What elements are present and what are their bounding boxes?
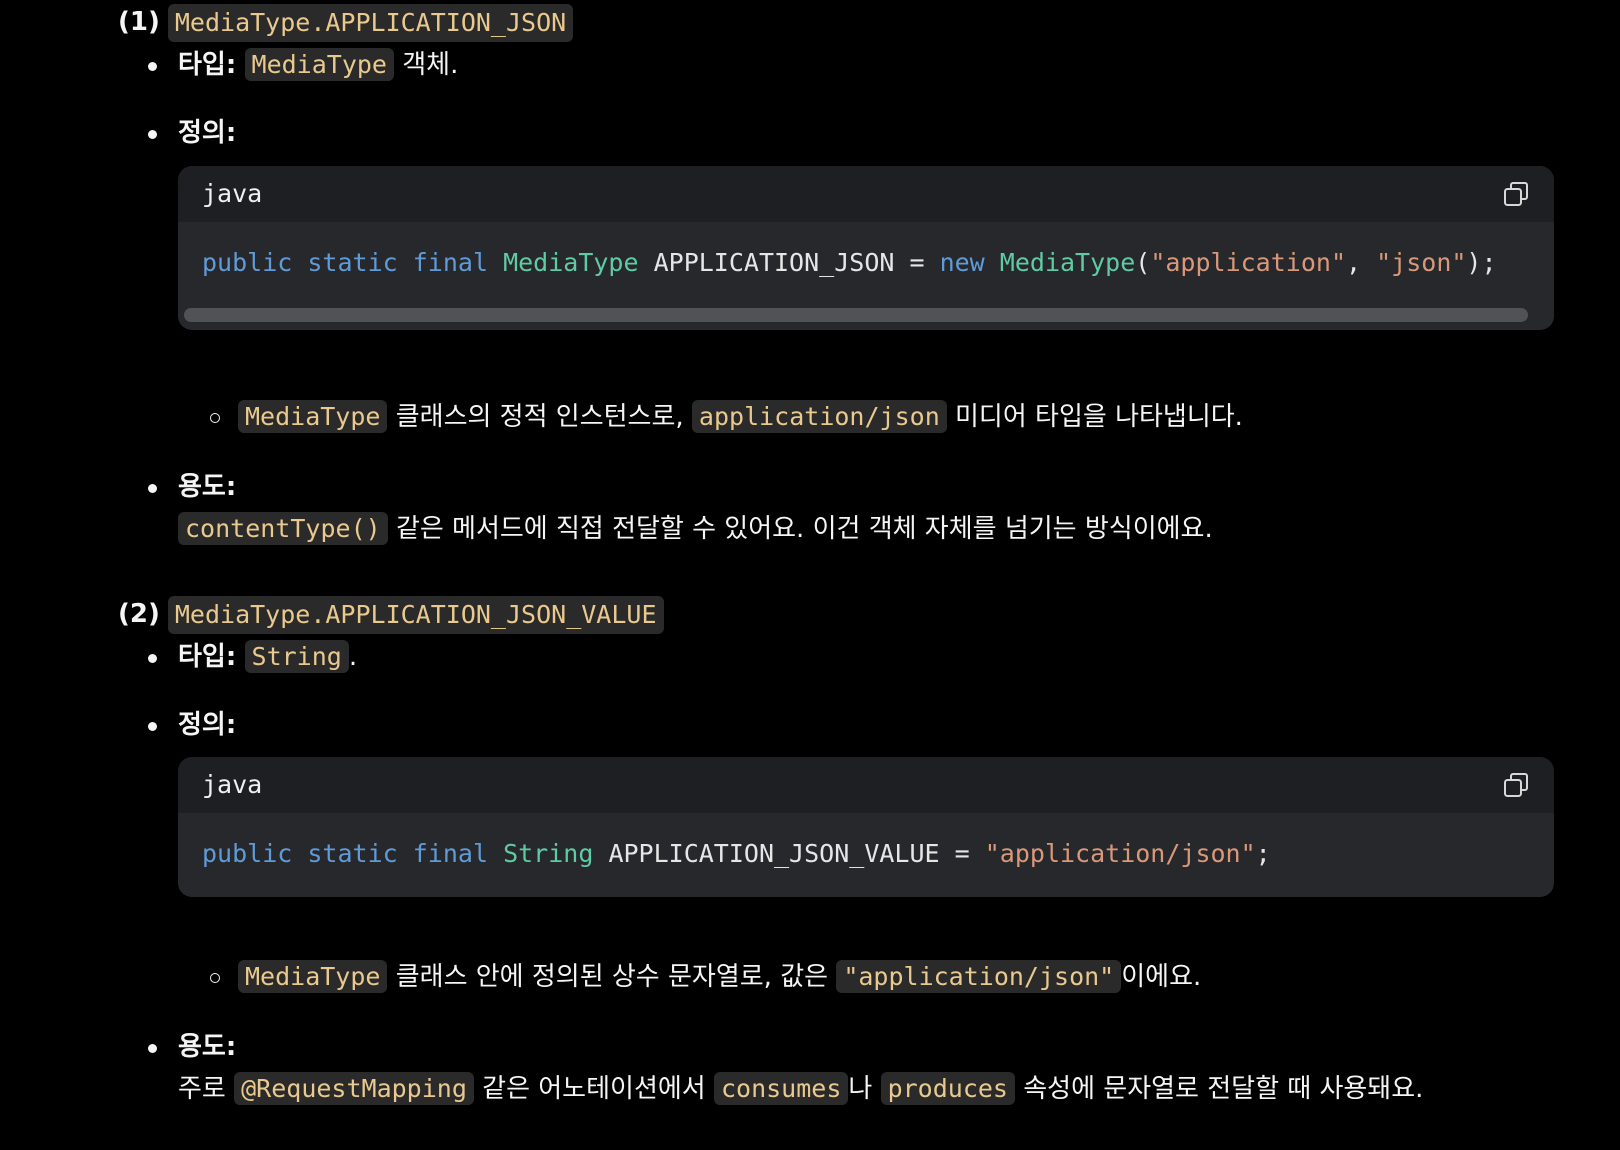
section-number: (1)	[118, 7, 160, 38]
inline-code: MediaType	[238, 960, 388, 993]
code-punct: (	[1135, 248, 1151, 277]
code-block-header: java	[178, 757, 1554, 813]
usage-label: 용도:	[178, 472, 237, 502]
usage-description: 주로	[178, 1074, 226, 1104]
scrollbar-thumb[interactable]	[184, 307, 1528, 322]
usage-description: 속성에 문자열로 전달할 때 사용돼요.	[1023, 1074, 1424, 1104]
code-keyword: static	[307, 839, 398, 868]
inline-code: MediaType	[238, 400, 388, 433]
section-1-heading: (1) MediaType.APPLICATION_JSON	[118, 4, 574, 42]
code-language-label: java	[202, 179, 263, 209]
code-keyword: static	[307, 248, 398, 277]
inline-code: @RequestMapping	[234, 1072, 474, 1105]
code-punct: );	[1466, 248, 1497, 277]
code-identifier: APPLICATION_JSON =	[638, 248, 940, 277]
code-block-header: java	[178, 166, 1554, 222]
code-string: "application"	[1150, 248, 1346, 277]
code-string: "json"	[1376, 248, 1467, 277]
code-keyword: public	[202, 248, 293, 277]
usage-label: 용도:	[178, 1032, 237, 1062]
code-block: java public static final String APPLICAT…	[178, 757, 1554, 897]
code-string: "application/json"	[984, 839, 1256, 868]
code-language-label: java	[202, 770, 263, 800]
usage-description: 나	[848, 1074, 873, 1104]
usage-bullet: 용도:	[148, 1030, 236, 1065]
usage-description: 같은 어노테이션에서	[482, 1074, 706, 1104]
inline-code: contentType()	[178, 512, 388, 545]
inline-code: MediaType	[244, 48, 394, 81]
section-number: (2)	[118, 599, 160, 630]
usage-text: contentType() 같은 메서드에 직접 전달할 수 있어요. 이건 객…	[178, 512, 1213, 547]
definition-label: 정의:	[178, 118, 237, 148]
definition-label: 정의:	[178, 710, 237, 740]
inline-code: consumes	[713, 1072, 849, 1105]
description-text: 미디어 타입을 나타냅니다.	[955, 402, 1243, 432]
type-label: 타입:	[178, 642, 237, 672]
copy-icon[interactable]	[1502, 771, 1530, 799]
inline-code: MediaType.APPLICATION_JSON_VALUE	[167, 596, 664, 634]
code-identifier: APPLICATION_JSON_VALUE =	[593, 839, 985, 868]
copy-icon[interactable]	[1502, 180, 1530, 208]
section-2-heading: (2) MediaType.APPLICATION_JSON_VALUE	[118, 596, 664, 634]
code-type: MediaType	[503, 248, 639, 277]
type-suffix: .	[348, 642, 358, 672]
type-label: 타입:	[178, 50, 237, 80]
description-sub-bullet: MediaType 클래스의 정적 인스턴스로, application/jso…	[210, 400, 1243, 435]
definition-bullet: 정의:	[148, 116, 236, 151]
description-sub-bullet: MediaType 클래스 안에 정의된 상수 문자열로, 값은 "applic…	[210, 960, 1201, 995]
description-text: 이에요.	[1121, 962, 1202, 992]
code-keyword: final	[412, 839, 489, 868]
code-content: public static final String APPLICATION_J…	[178, 813, 1554, 897]
code-type: MediaType	[999, 248, 1136, 277]
inline-code: "application/json"	[836, 960, 1122, 993]
code-block: java public static final MediaType APPLI…	[178, 166, 1554, 330]
horizontal-scrollbar[interactable]	[178, 299, 1554, 330]
description-text: 클래스의 정적 인스턴스로,	[395, 402, 684, 432]
code-keyword: public	[202, 839, 293, 868]
type-bullet: 타입: String.	[148, 640, 357, 675]
inline-code: produces	[880, 1072, 1015, 1105]
description-text: 클래스 안에 정의된 상수 문자열로, 값은	[395, 962, 829, 992]
type-suffix: 객체.	[402, 50, 459, 80]
code-punct: ;	[1255, 839, 1271, 868]
code-punct: ,	[1346, 248, 1377, 277]
definition-bullet: 정의:	[148, 708, 236, 743]
inline-code: String	[244, 640, 349, 673]
code-content: public static final MediaType APPLICATIO…	[178, 222, 1554, 300]
usage-text: 주로 @RequestMapping 같은 어노테이션에서 consumes 나 …	[178, 1072, 1423, 1107]
inline-code: application/json	[691, 400, 947, 433]
type-bullet: 타입: MediaType 객체.	[148, 48, 458, 83]
inline-code: MediaType.APPLICATION_JSON	[167, 4, 574, 42]
usage-bullet: 용도:	[148, 470, 236, 505]
code-type: String	[503, 839, 594, 868]
code-keyword: new	[939, 248, 985, 277]
usage-description: 같은 메서드에 직접 전달할 수 있어요. 이건 객체 자체를 넘기는 방식이에…	[395, 514, 1213, 544]
code-keyword: final	[412, 248, 489, 277]
